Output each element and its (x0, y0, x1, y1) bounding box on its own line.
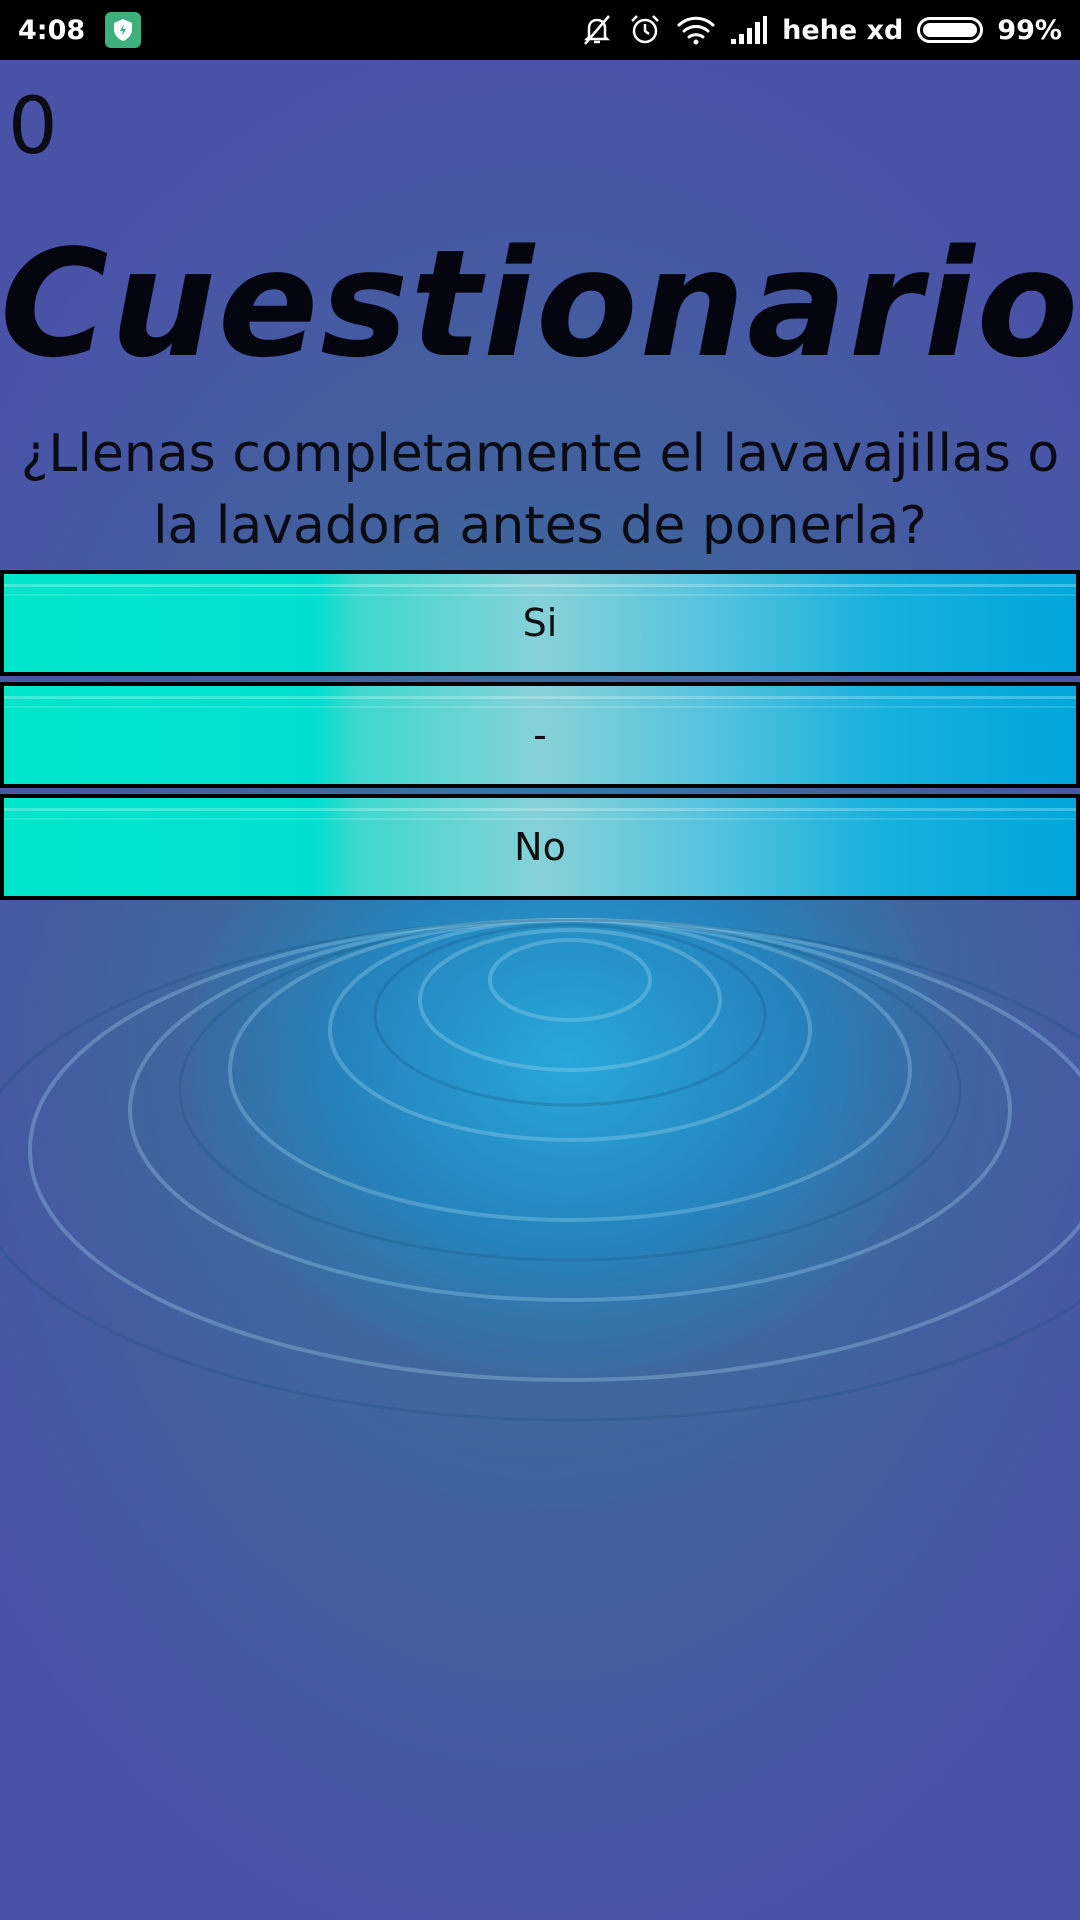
signal-icon (730, 15, 768, 45)
status-bar: 4:08 hehe xd 99% (0, 0, 1080, 60)
battery-percent: 99% (997, 14, 1062, 46)
wifi-icon (676, 14, 716, 46)
bell-off-icon (580, 13, 614, 47)
quiz-screen: 4:08 hehe xd 99% 0 Cuestionario ¿Llenas … (0, 0, 1080, 1920)
score-counter: 0 (8, 82, 58, 172)
water-ripples-image (0, 918, 1080, 1422)
answer-si-button[interactable]: Si (0, 570, 1080, 676)
page-title: Cuestionario (0, 218, 1080, 390)
alarm-icon (628, 13, 662, 47)
battery-level-fill (923, 23, 977, 37)
status-time: 4:08 (18, 14, 86, 46)
carrier-name: hehe xd (782, 14, 904, 46)
question-text: ¿Llenas completamente el lavavajillas o … (20, 424, 1060, 556)
shield-icon (105, 12, 142, 48)
answer-options: Si - No (0, 570, 1080, 906)
answer-neutral-button[interactable]: - (0, 682, 1080, 788)
answer-no-button[interactable]: No (0, 794, 1080, 900)
battery-icon (917, 17, 984, 43)
